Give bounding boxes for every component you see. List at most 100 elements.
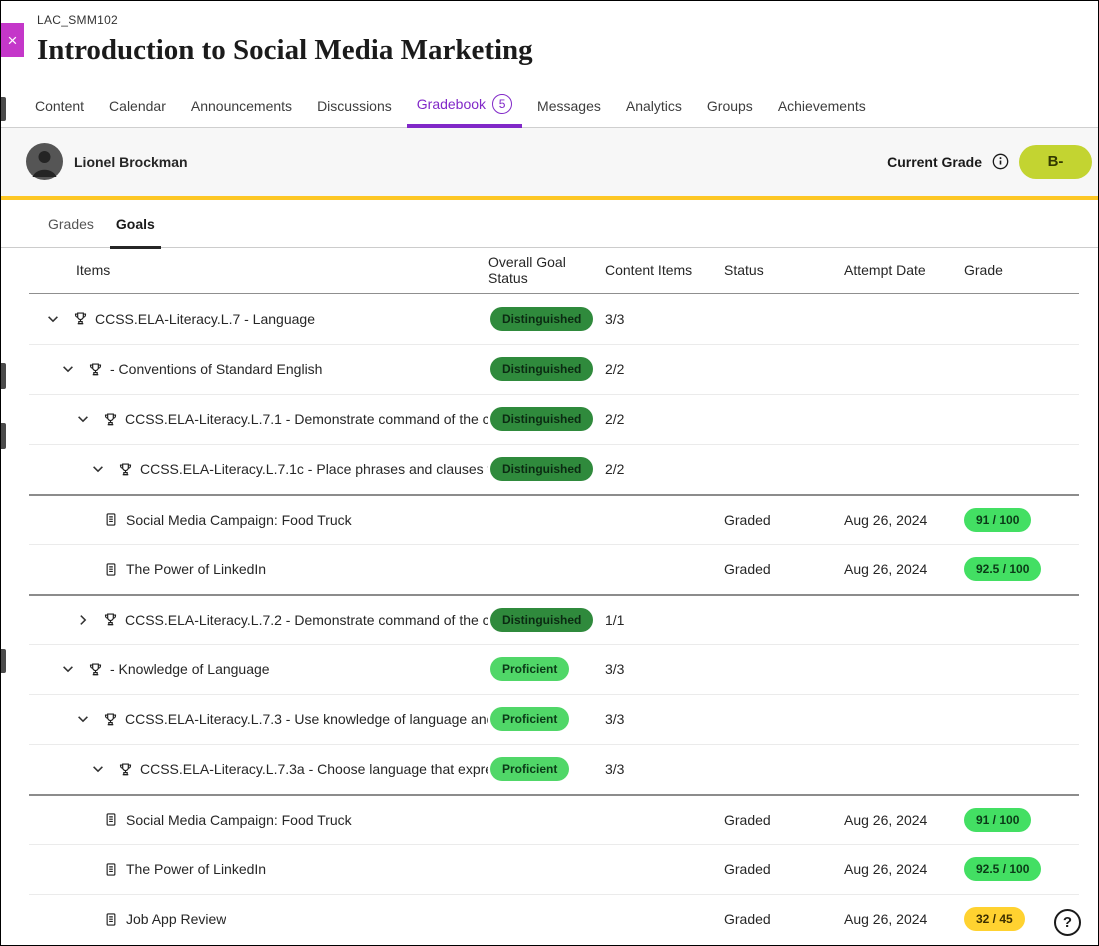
attempt-date-cell: Aug 26, 2024 [844, 911, 964, 927]
row-label: The Power of LinkedIn [126, 861, 266, 877]
row-items-cell: Social Media Campaign: Food Truck [29, 812, 488, 828]
grade-badge: 91 / 100 [964, 808, 1031, 832]
chevron-down-icon [91, 762, 105, 776]
help-button[interactable]: ? [1054, 909, 1081, 936]
goal-trophy-icon [118, 462, 133, 477]
course-header: LAC_SMM102 Introduction to Social Media … [1, 1, 1098, 68]
goal-trophy-icon [103, 412, 118, 427]
row-label: CCSS.ELA-Literacy.L.7 - Language [95, 311, 315, 327]
document-icon [104, 562, 118, 577]
content-items-cell: 2/2 [605, 361, 724, 377]
tab-label: Announcements [191, 98, 292, 114]
grade-cell: 91 / 100 [964, 808, 1079, 832]
tab-label: Groups [707, 98, 753, 114]
expand-toggle-button[interactable] [60, 361, 76, 377]
tab-analytics[interactable]: Analytics [616, 88, 692, 127]
student-name: Lionel Brockman [74, 154, 188, 170]
row-items-cell: CCSS.ELA-Literacy.L.7.1c - Place phrases… [29, 461, 488, 477]
table-row: CCSS.ELA-Literacy.L.7 - Language Disting… [29, 294, 1079, 344]
tab-messages[interactable]: Messages [527, 88, 611, 127]
chevron-down-icon [46, 312, 60, 326]
row-label: The Power of LinkedIn [126, 561, 266, 577]
table-body: CCSS.ELA-Literacy.L.7 - Language Disting… [29, 294, 1079, 944]
background-page-artifact [1, 649, 6, 673]
expand-toggle-button[interactable] [90, 461, 106, 477]
tab-discussions[interactable]: Discussions [307, 88, 402, 127]
chevron-down-icon [76, 712, 90, 726]
row-label: CCSS.ELA-Literacy.L.7.3a - Choose langua… [140, 761, 488, 777]
current-grade-label: Current Grade [887, 154, 982, 170]
goal-status-cell: Proficient [488, 757, 605, 781]
tab-label: Analytics [626, 98, 682, 114]
column-header-status: Status [724, 262, 844, 278]
course-panel: × LAC_SMM102 Introduction to Social Medi… [0, 0, 1099, 946]
status-cell: Graded [724, 512, 844, 528]
attempt-date-cell: Aug 26, 2024 [844, 812, 964, 828]
tab-announcements[interactable]: Announcements [181, 88, 302, 127]
row-label: - Conventions of Standard English [110, 361, 322, 377]
tab-groups[interactable]: Groups [697, 88, 763, 127]
row-label: CCSS.ELA-Literacy.L.7.1 - Demonstrate co… [125, 411, 488, 427]
current-grade-info-button[interactable] [992, 153, 1009, 170]
tab-label: Messages [537, 98, 601, 114]
course-id: LAC_SMM102 [37, 13, 1098, 27]
goal-status-badge: Distinguished [490, 608, 593, 632]
goal-status-cell: Distinguished [488, 357, 605, 381]
row-items-cell: CCSS.ELA-Literacy.L.7.3 - Use knowledge … [29, 711, 488, 727]
chevron-down-icon [76, 412, 90, 426]
subtab-grades[interactable]: Grades [42, 216, 100, 247]
column-header-content-items: Content Items [605, 262, 724, 278]
background-page-artifact [1, 363, 6, 389]
subtab-goals[interactable]: Goals [110, 216, 161, 247]
tab-gradebook[interactable]: Gradebook5 [407, 84, 522, 127]
row-items-cell: CCSS.ELA-Literacy.L.7.2 - Demonstrate co… [29, 612, 488, 628]
avatar [26, 143, 63, 180]
table-row: Social Media Campaign: Food Truck Graded… [29, 794, 1079, 844]
row-label: - Knowledge of Language [110, 661, 270, 677]
status-cell: Graded [724, 561, 844, 577]
table-row: - Knowledge of Language Proficient 3/3 [29, 644, 1079, 694]
expand-toggle-button[interactable] [75, 711, 91, 727]
goal-trophy-icon [103, 612, 118, 627]
tab-calendar[interactable]: Calendar [99, 88, 176, 127]
background-page-artifact [1, 97, 6, 121]
document-icon [104, 512, 118, 527]
expand-toggle-button[interactable] [45, 311, 61, 327]
help-icon: ? [1063, 914, 1072, 931]
row-label: CCSS.ELA-Literacy.L.7.2 - Demonstrate co… [125, 612, 488, 628]
tab-content[interactable]: Content [25, 88, 94, 127]
close-icon: × [8, 32, 18, 49]
goals-table: ItemsOverall Goal StatusContent ItemsSta… [29, 248, 1079, 944]
expand-toggle-button[interactable] [90, 761, 106, 777]
goal-status-badge: Proficient [490, 757, 569, 781]
chevron-down-icon [61, 662, 75, 676]
expand-toggle-button[interactable] [75, 612, 91, 628]
column-header-overall-goal-status: Overall Goal Status [488, 254, 605, 286]
content-items-cell: 3/3 [605, 711, 724, 727]
row-items-cell: - Knowledge of Language [29, 661, 488, 677]
content-items-cell: 3/3 [605, 661, 724, 677]
row-items-cell: - Conventions of Standard English [29, 361, 488, 377]
tab-label: Content [35, 98, 84, 114]
chevron-down-icon [91, 462, 105, 476]
table-row: Social Media Campaign: Food Truck Graded… [29, 494, 1079, 544]
tab-label: Discussions [317, 98, 392, 114]
close-panel-button[interactable]: × [1, 23, 24, 57]
expand-toggle-button[interactable] [75, 411, 91, 427]
attempt-date-cell: Aug 26, 2024 [844, 861, 964, 877]
tab-achievements[interactable]: Achievements [768, 88, 876, 127]
expand-toggle-button[interactable] [60, 661, 76, 677]
table-row: CCSS.ELA-Literacy.L.7.2 - Demonstrate co… [29, 594, 1079, 644]
chevron-right-icon [76, 613, 90, 627]
current-grade-area: Current Grade B- [887, 145, 1092, 179]
goal-trophy-icon [88, 362, 103, 377]
tab-label: Gradebook [417, 96, 486, 112]
course-nav-tabs: Content Calendar Announcements Discussions G… [1, 88, 1098, 128]
table-row: - Conventions of Standard English Distin… [29, 344, 1079, 394]
tab-label: Calendar [109, 98, 166, 114]
tab-label: Achievements [778, 98, 866, 114]
chevron-down-icon [61, 362, 75, 376]
status-cell: Graded [724, 861, 844, 877]
goal-status-cell: Proficient [488, 657, 605, 681]
goal-status-cell: Distinguished [488, 608, 605, 632]
